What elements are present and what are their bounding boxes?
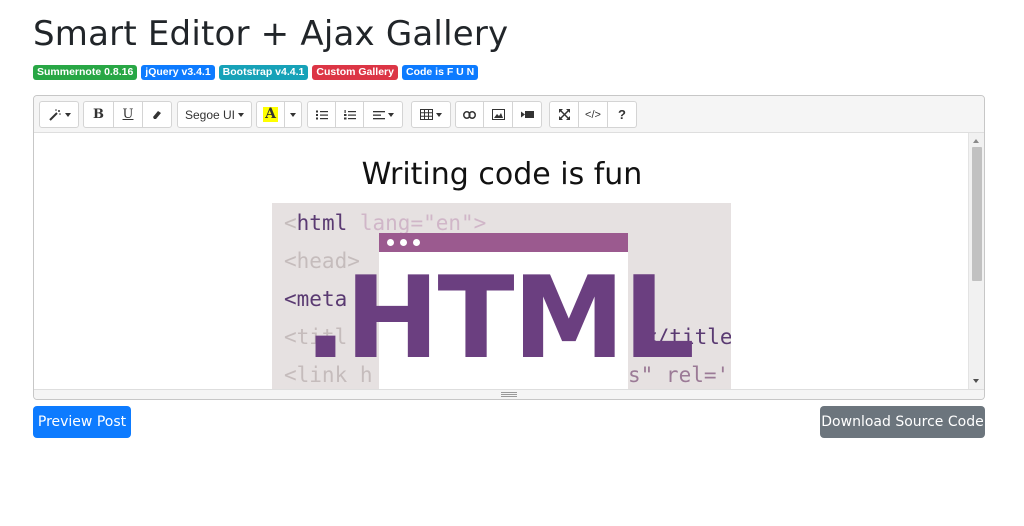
font-name-dropdown[interactable]: Segoe UI [177,101,252,128]
chevron-down-icon [436,112,442,117]
view-group: </> ? [549,101,637,128]
style-group [39,101,79,128]
chevron-down-icon [64,112,71,117]
scroll-up-arrow-icon[interactable] [973,139,979,143]
page-title: Smart Editor + Ajax Gallery [33,14,509,54]
scroll-thumb[interactable] [972,147,982,281]
font-style-group: B U [83,101,172,128]
fullscreen-button[interactable] [549,101,579,128]
video-button[interactable] [512,101,542,128]
badge-bootstrap: Bootstrap v4.4.1 [218,65,309,80]
clear-format-button[interactable] [142,101,172,128]
magic-wand-icon [48,108,61,121]
table-dropdown-button[interactable] [411,101,451,128]
editor-scrollbar[interactable] [968,133,984,389]
editor-content-area[interactable]: Writing code is fun <html lang="en"> <he… [34,133,970,389]
unordered-list-button[interactable] [307,101,336,128]
picture-button[interactable] [483,101,513,128]
align-left-icon [372,110,385,119]
insert-group [455,101,542,128]
content-heading: Writing code is fun [361,157,643,192]
download-source-button[interactable]: Download Source Code [820,406,985,438]
help-button[interactable]: ? [607,101,637,128]
link-button[interactable] [455,101,484,128]
big-html-text: .HTML [304,252,695,384]
paragraph-group [307,101,403,128]
preview-post-button[interactable]: Preview Post [33,406,131,438]
fullscreen-icon [558,109,570,120]
badge-row: Summernote 0.8.16 jQuery v3.4.1 Bootstra… [33,65,479,80]
font-name-group: Segoe UI [177,101,252,128]
color-dropdown-button[interactable] [284,101,302,128]
editor-toolbar: B U Segoe UI A </> ? [34,96,984,133]
table-group [411,101,451,128]
ordered-list-icon [343,109,356,119]
badge-custom-gallery: Custom Gallery [312,65,398,80]
chevron-down-icon [238,112,245,117]
badge-jquery: jQuery v3.4.1 [141,65,215,80]
bold-button[interactable]: B [83,101,114,128]
chevron-down-icon [290,112,296,117]
font-name-value: Segoe UI [184,107,236,122]
editor-statusbar [34,389,984,399]
underline-button[interactable]: U [113,101,143,128]
badge-summernote: Summernote 0.8.16 [33,65,138,80]
paragraph-dropdown-button[interactable] [363,101,403,128]
video-icon [520,111,534,118]
color-letter: A [263,106,278,122]
color-group: A [256,101,302,128]
codeview-button[interactable]: </> [578,101,608,128]
table-icon [420,109,433,120]
eraser-icon [153,110,161,119]
picture-icon [491,109,505,120]
html-illustration-image: <html lang="en"> <head> <meta <titl <lin… [272,203,731,389]
style-dropdown-button[interactable] [39,101,79,128]
code-line-1: <html lang="en"> [284,211,487,235]
badge-code-is-fun: Code is F U N [401,65,479,80]
recent-color-button[interactable]: A [256,101,285,128]
unordered-list-icon [315,110,328,119]
scroll-down-arrow-icon[interactable] [973,379,979,383]
ordered-list-button[interactable] [335,101,364,128]
link-icon [463,110,476,119]
chevron-down-icon [387,112,394,117]
summernote-editor: B U Segoe UI A </> ? Writing code is fun… [33,95,985,400]
resize-handle[interactable] [501,392,517,397]
